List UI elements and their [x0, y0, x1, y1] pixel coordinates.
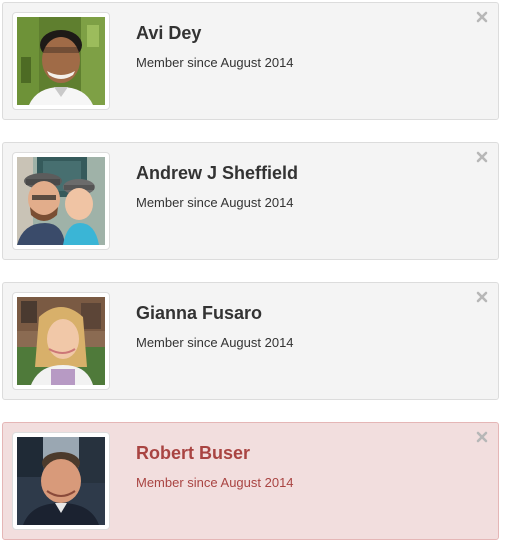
close-icon[interactable]: [475, 150, 489, 164]
member-name: Andrew J Sheffield: [136, 163, 299, 183]
avatar-frame[interactable]: [12, 292, 110, 390]
member-name: Avi Dey: [136, 23, 202, 43]
member-card[interactable]: Andrew J Sheffield Member since August 2…: [2, 142, 499, 260]
member-card[interactable]: Avi Dey Member since August 2014: [2, 2, 499, 120]
avatar[interactable]: [17, 17, 105, 105]
member-since-text: Member since August 2014: [136, 55, 294, 70]
member-name: Gianna Fusaro: [136, 303, 263, 323]
close-icon[interactable]: [475, 430, 489, 444]
member-since-text: Member since August 2014: [136, 195, 294, 210]
avatar[interactable]: [17, 297, 105, 385]
member-since-text: Member since August 2014: [136, 475, 294, 490]
close-icon[interactable]: [475, 10, 489, 24]
avatar-frame[interactable]: [12, 12, 110, 110]
member-list: Avi Dey Member since August 2014 Andrew …: [0, 0, 512, 549]
member-name: Robert Buser: [136, 443, 251, 463]
avatar-frame[interactable]: [12, 432, 110, 530]
member-card-highlighted[interactable]: Robert Buser Member since August 2014: [2, 422, 499, 540]
avatar[interactable]: [17, 157, 105, 245]
member-since-text: Member since August 2014: [136, 335, 294, 350]
member-card[interactable]: Gianna Fusaro Member since August 2014: [2, 282, 499, 400]
avatar-frame[interactable]: [12, 152, 110, 250]
close-icon[interactable]: [475, 290, 489, 304]
avatar[interactable]: [17, 437, 105, 525]
